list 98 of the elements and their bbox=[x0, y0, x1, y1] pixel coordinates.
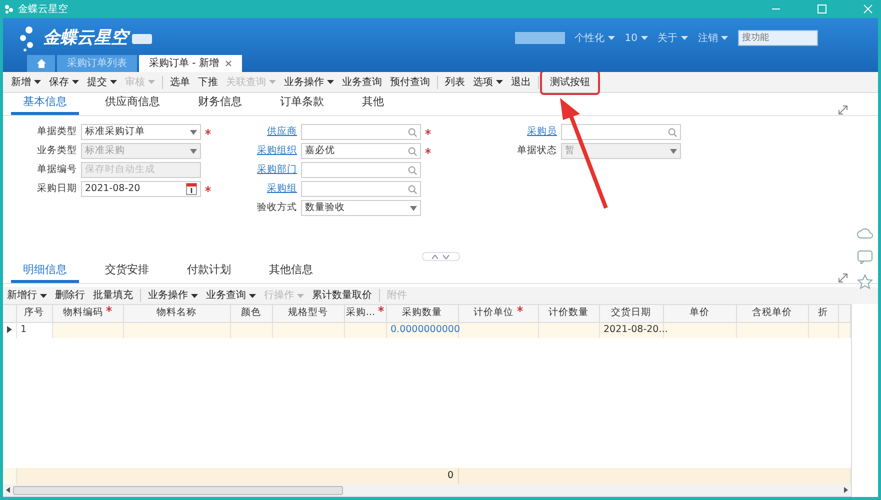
chat-icon[interactable] bbox=[857, 250, 873, 264]
toolbar-button[interactable]: 业务操作 bbox=[280, 74, 338, 90]
tab[interactable]: 供应商信息 bbox=[93, 94, 172, 115]
calendar-icon[interactable] bbox=[186, 183, 197, 195]
search-field[interactable]: 搜功能 bbox=[738, 30, 818, 46]
row-pointer-icon bbox=[7, 326, 12, 334]
field-link[interactable]: 采购组 bbox=[253, 182, 301, 196]
toolbar-button[interactable]: 新增 bbox=[7, 74, 45, 90]
tab[interactable]: 付款计划 bbox=[175, 262, 243, 283]
caret-icon bbox=[640, 36, 648, 40]
field-label: 业务类型 bbox=[36, 144, 78, 158]
toolbar-button[interactable]: 业务查询 bbox=[202, 287, 260, 304]
edition-badge bbox=[132, 34, 152, 44]
input-field[interactable]: 2021-08-20 bbox=[81, 181, 201, 197]
input-field[interactable] bbox=[561, 124, 681, 140]
input-field[interactable]: 嘉必优 bbox=[301, 143, 421, 159]
expand-icon bbox=[443, 254, 449, 258]
field-link[interactable]: 采购组织 bbox=[253, 144, 301, 158]
expand-icon[interactable] bbox=[838, 105, 848, 115]
field-label: 单据类型 bbox=[36, 124, 78, 139]
caret-icon bbox=[608, 36, 615, 40]
toolbar-button[interactable]: 预付查询 bbox=[386, 74, 434, 90]
scroll-left-icon[interactable] bbox=[6, 487, 10, 493]
scroll-right-icon[interactable] bbox=[844, 487, 848, 493]
caret-icon bbox=[190, 130, 197, 134]
input-field[interactable] bbox=[301, 124, 421, 140]
table-cell: 0.0000000000 bbox=[386, 322, 458, 338]
scrollbar-thumb[interactable] bbox=[13, 486, 343, 494]
tab[interactable]: 基本信息 bbox=[11, 94, 79, 115]
logo-text: 金蝶云星空 bbox=[43, 26, 128, 52]
toolbar-button[interactable]: 测试按钮 bbox=[542, 72, 598, 92]
column-header[interactable]: 采购... bbox=[344, 305, 386, 322]
star-icon[interactable] bbox=[857, 274, 873, 290]
search-icon[interactable] bbox=[408, 184, 417, 194]
input-field[interactable] bbox=[301, 162, 421, 178]
column-header[interactable]: 交货日期 bbox=[599, 305, 663, 322]
page-tab[interactable]: 采购订单 - 新增 bbox=[139, 55, 242, 72]
toolbar-button[interactable]: 退出 bbox=[507, 74, 535, 90]
tab[interactable]: 交货安排 bbox=[93, 262, 161, 283]
caret-icon bbox=[721, 36, 728, 40]
toolbar-button[interactable]: 删除行 bbox=[51, 287, 89, 304]
column-header[interactable]: 规格型号 bbox=[272, 305, 344, 322]
column-header[interactable]: 含税单价 bbox=[736, 305, 808, 322]
column-header[interactable]: 序号 bbox=[16, 305, 52, 322]
tab[interactable]: 明细信息 bbox=[11, 262, 79, 283]
tab[interactable]: 其他信息 bbox=[257, 262, 325, 283]
search-icon[interactable] bbox=[408, 146, 417, 156]
tab[interactable]: 订单条款 bbox=[268, 94, 336, 115]
collapse-icon bbox=[432, 254, 438, 258]
toolbar-button[interactable]: 选单 bbox=[166, 74, 194, 90]
column-header[interactable]: 物料编码 bbox=[52, 305, 123, 322]
expand-icon[interactable] bbox=[838, 273, 848, 283]
home-tab[interactable] bbox=[27, 55, 55, 72]
field-label: 单据编号 bbox=[36, 162, 78, 177]
caret-icon bbox=[670, 148, 677, 154]
splitter-handle[interactable] bbox=[422, 252, 460, 261]
toolbar-button[interactable]: 累计数量取价 bbox=[308, 287, 376, 304]
toolbar-button[interactable]: 列表 bbox=[441, 74, 469, 90]
column-header[interactable]: 计价单位 bbox=[458, 305, 538, 322]
column-header[interactable]: 颜色 bbox=[230, 305, 272, 322]
table-cell: 1 bbox=[16, 322, 52, 338]
field-label: 采购日期 bbox=[36, 182, 78, 196]
toolbar-button[interactable]: 业务操作 bbox=[144, 287, 202, 304]
caret-icon bbox=[680, 36, 688, 40]
tab[interactable]: 财务信息 bbox=[186, 94, 254, 115]
toolbar-button[interactable]: 业务查询 bbox=[338, 74, 386, 90]
home-icon bbox=[36, 59, 46, 68]
column-header[interactable]: 折 bbox=[808, 305, 838, 322]
column-header[interactable]: 物料名称 bbox=[123, 305, 230, 322]
cloud-icon[interactable] bbox=[857, 226, 873, 240]
close-icon[interactable] bbox=[224, 60, 232, 67]
input-field[interactable] bbox=[301, 181, 421, 197]
input-field[interactable]: 数量验收 bbox=[301, 200, 421, 216]
input-field[interactable]: 标准采购订单 bbox=[81, 124, 201, 140]
toolbar-button[interactable]: 选项 bbox=[469, 74, 507, 90]
field-link[interactable]: 供应商 bbox=[253, 124, 301, 140]
toolbar-button[interactable]: 批量填充 bbox=[89, 287, 137, 304]
toolbar-button[interactable]: 新增行 bbox=[3, 287, 51, 304]
toolbar-button[interactable]: 下推 bbox=[194, 74, 222, 90]
toolbar-button[interactable]: 提交 bbox=[83, 74, 121, 90]
maximize-icon[interactable] bbox=[817, 4, 827, 14]
caret-icon bbox=[190, 148, 197, 154]
search-icon[interactable] bbox=[408, 128, 417, 136]
window-title: 金蝶云星空 bbox=[18, 2, 68, 16]
column-header[interactable]: 单价 bbox=[663, 305, 736, 322]
search-icon[interactable] bbox=[668, 128, 677, 136]
app-icon bbox=[4, 4, 14, 14]
field-label: 验收方式 bbox=[256, 200, 298, 215]
search-icon[interactable] bbox=[408, 166, 417, 174]
tab[interactable]: 其他 bbox=[350, 94, 396, 115]
caret-icon bbox=[410, 206, 417, 210]
toolbar-button[interactable]: 保存 bbox=[45, 74, 83, 90]
total-cell: 0 bbox=[386, 468, 458, 484]
column-header[interactable]: 采购数量 bbox=[386, 305, 458, 322]
column-header[interactable]: 计价数量 bbox=[538, 305, 599, 322]
field-label: 单据状态 bbox=[516, 144, 558, 158]
field-link[interactable]: 采购部门 bbox=[253, 162, 301, 178]
field-link[interactable]: 采购员 bbox=[513, 124, 561, 140]
